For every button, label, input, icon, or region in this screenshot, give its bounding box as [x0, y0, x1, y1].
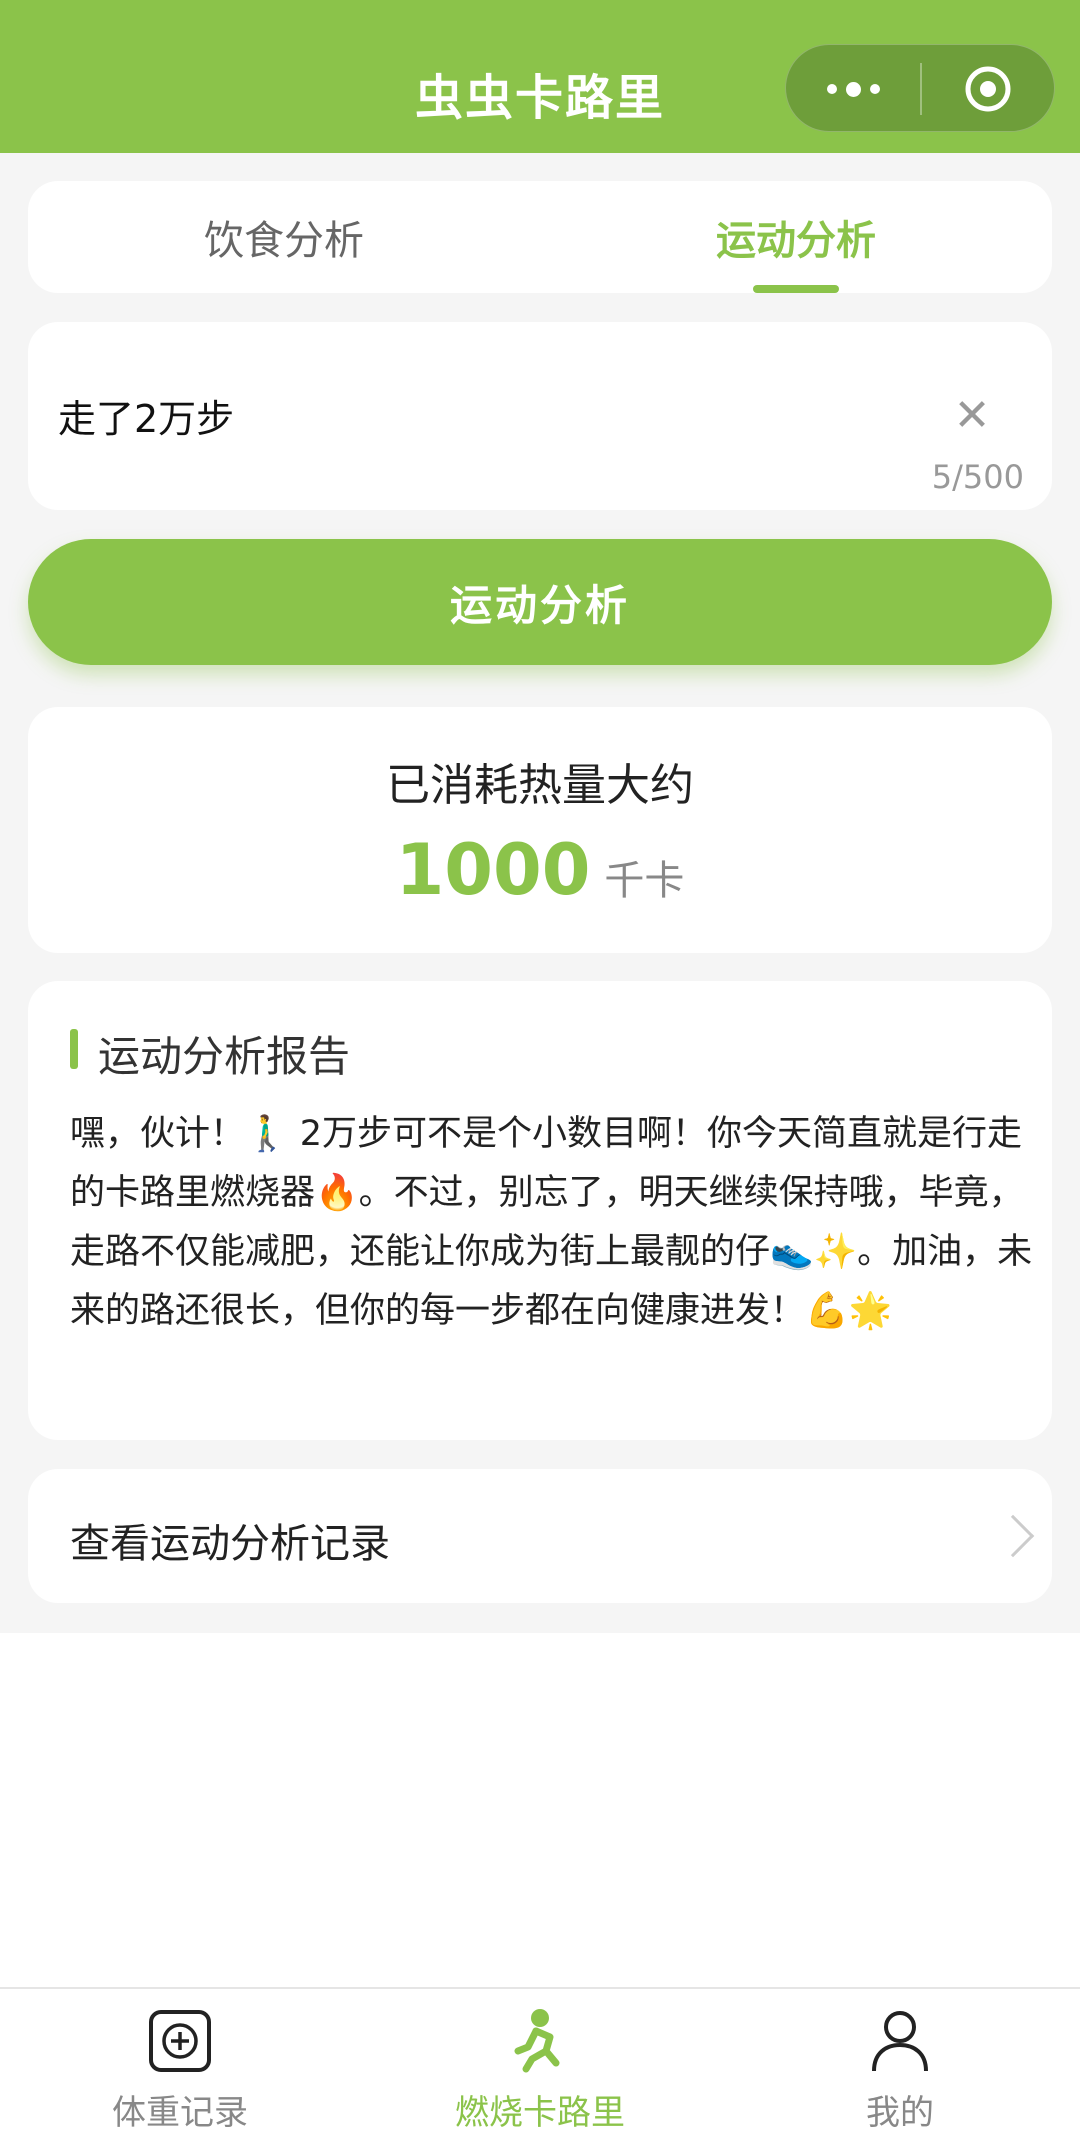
- tabbar-item-burn[interactable]: 燃烧卡路里: [360, 1989, 720, 2139]
- close-icon[interactable]: ✕: [948, 392, 996, 440]
- exercise-input-card[interactable]: 走了2万步 ✕ 5/500: [28, 322, 1052, 510]
- calorie-unit: 千卡: [604, 858, 685, 904]
- tabbar-item-mine[interactable]: 我的: [720, 1989, 1080, 2139]
- user-icon: [872, 2011, 928, 2072]
- tabbar-item-weight[interactable]: 体重记录: [0, 1989, 360, 2139]
- tabbar-label: 燃烧卡路里: [455, 2093, 625, 2133]
- calorie-result-card: 已消耗热量大约 1000 千卡: [28, 707, 1052, 953]
- mini-program-capsule: [785, 44, 1055, 132]
- tab-exercise-analysis[interactable]: 运动分析: [540, 181, 1052, 293]
- history-label: 查看运动分析记录: [70, 1521, 390, 1567]
- plus-square-icon: [149, 2010, 211, 2072]
- history-link[interactable]: 查看运动分析记录: [28, 1469, 1052, 1603]
- calorie-value: 1000: [395, 829, 591, 911]
- runner-icon: [514, 2009, 560, 2073]
- more-dots-icon[interactable]: [786, 45, 920, 133]
- capsule-divider: [920, 63, 922, 115]
- report-body: 嘿，伙计！🚶‍♂️ 2万步可不是个小数目啊！你今天简直就是行走的卡路里燃烧器🔥。…: [70, 1114, 1033, 1331]
- tabbar-label: 体重记录: [112, 2093, 248, 2133]
- report-title: 运动分析报告: [98, 1032, 351, 1081]
- report-title-bar: [70, 1029, 78, 1069]
- analyze-button[interactable]: 运动分析: [28, 539, 1052, 665]
- bottom-tabbar: 体重记录 燃烧卡路里 我的: [0, 1987, 1080, 2139]
- target-icon[interactable]: [964, 65, 1012, 113]
- char-counter: 5/500: [931, 458, 1024, 496]
- nav-header: 虫虫卡路里: [0, 0, 1080, 153]
- tab-diet-analysis[interactable]: 饮食分析: [28, 181, 540, 293]
- report-card: 运动分析报告 嘿，伙计！🚶‍♂️ 2万步可不是个小数目啊！你今天简直就是行走的卡…: [28, 981, 1052, 1440]
- chevron-right-icon: [991, 1514, 1035, 1558]
- tabbar-label: 我的: [866, 2093, 934, 2133]
- analysis-tabs: 饮食分析 运动分析: [28, 181, 1052, 293]
- calorie-label: 已消耗热量大约: [386, 760, 694, 811]
- calorie-row: 1000 千卡: [28, 829, 1052, 911]
- exercise-input[interactable]: 走了2万步: [58, 388, 234, 443]
- active-tab-indicator: [753, 285, 839, 293]
